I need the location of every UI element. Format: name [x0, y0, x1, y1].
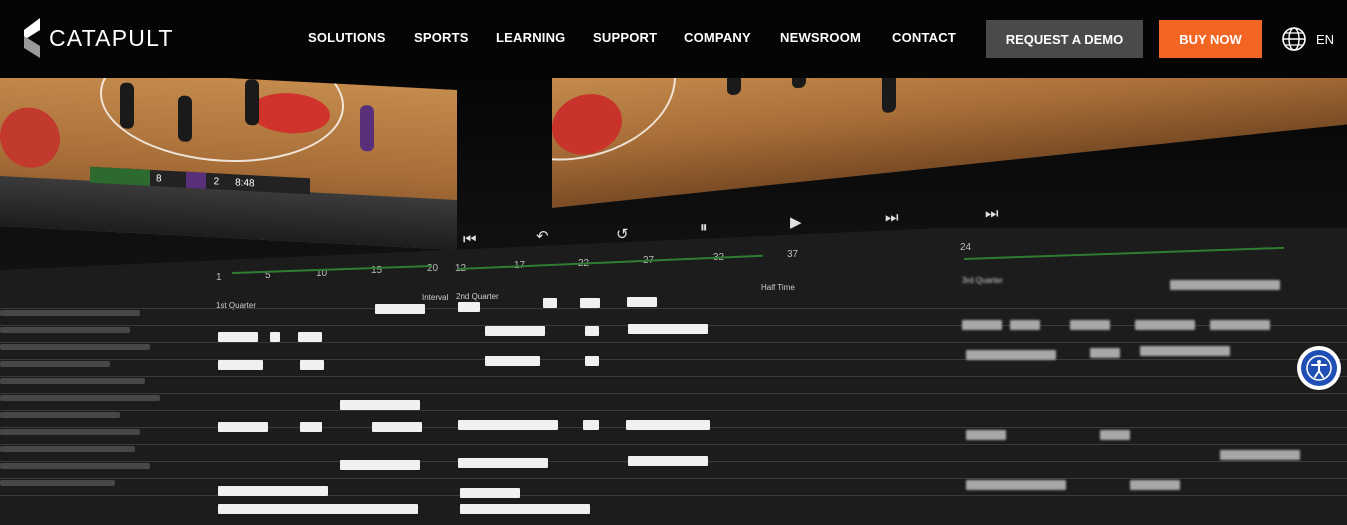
skip-back-icon[interactable]: ⏮ [463, 231, 477, 248]
tick-label: 24 [960, 242, 972, 253]
skip-forward-icon[interactable]: ⏭ [985, 205, 999, 222]
language-label: EN [1316, 31, 1335, 47]
game-clock: 8:48 [235, 176, 255, 189]
replay-icon[interactable]: ↺ [616, 225, 629, 243]
request-demo-button[interactable]: REQUEST A DEMO [986, 20, 1143, 58]
playback-controls: ⏮ ↶ ↺ ⏸ ▶ ⏭ ⏭ [0, 205, 1347, 253]
quarter-marker: 3rd Quarter [962, 276, 1003, 285]
language-selector[interactable]: EN [1281, 26, 1334, 52]
video-feed-right [552, 78, 1347, 208]
rewind-5-icon[interactable]: ↶ [536, 227, 549, 245]
accessibility-button[interactable] [1297, 346, 1341, 390]
pause-icon[interactable]: ⏸ [700, 219, 708, 236]
home-score: 8 [156, 172, 162, 184]
forward-icon[interactable]: ▶ [790, 213, 802, 231]
main-nav: SOLUTIONS SPORTS LEARNING SUPPORT COMPAN… [0, 0, 1347, 78]
buy-now-button[interactable]: BUY NOW [1159, 20, 1262, 58]
tick-label: 1 [216, 272, 222, 283]
tick-label: 37 [787, 249, 799, 260]
away-score: 2 [213, 175, 220, 188]
globe-icon [1282, 27, 1306, 51]
hero-image: 8 2 8:48 ⏮ ↶ ↺ ⏸ ▶ ⏭ ⏭ 1 5 10 15 20 12 1… [0, 78, 1347, 525]
nav-support[interactable]: SUPPORT [593, 30, 657, 45]
nav-company[interactable]: COMPANY [684, 30, 751, 45]
nav-learning[interactable]: LEARNING [496, 30, 566, 45]
site-header: CATAPULT SOLUTIONS SPORTS LEARNING SUPPO… [0, 0, 1347, 78]
event-grid [0, 280, 1347, 525]
nav-contact[interactable]: CONTACT [892, 30, 956, 45]
nav-newsroom[interactable]: NEWSROOM [780, 30, 861, 45]
nav-solutions[interactable]: SOLUTIONS [308, 30, 386, 45]
accessibility-icon [1306, 355, 1332, 381]
step-icon[interactable]: ⏭ [885, 209, 899, 226]
nav-sports[interactable]: SPORTS [414, 30, 469, 45]
